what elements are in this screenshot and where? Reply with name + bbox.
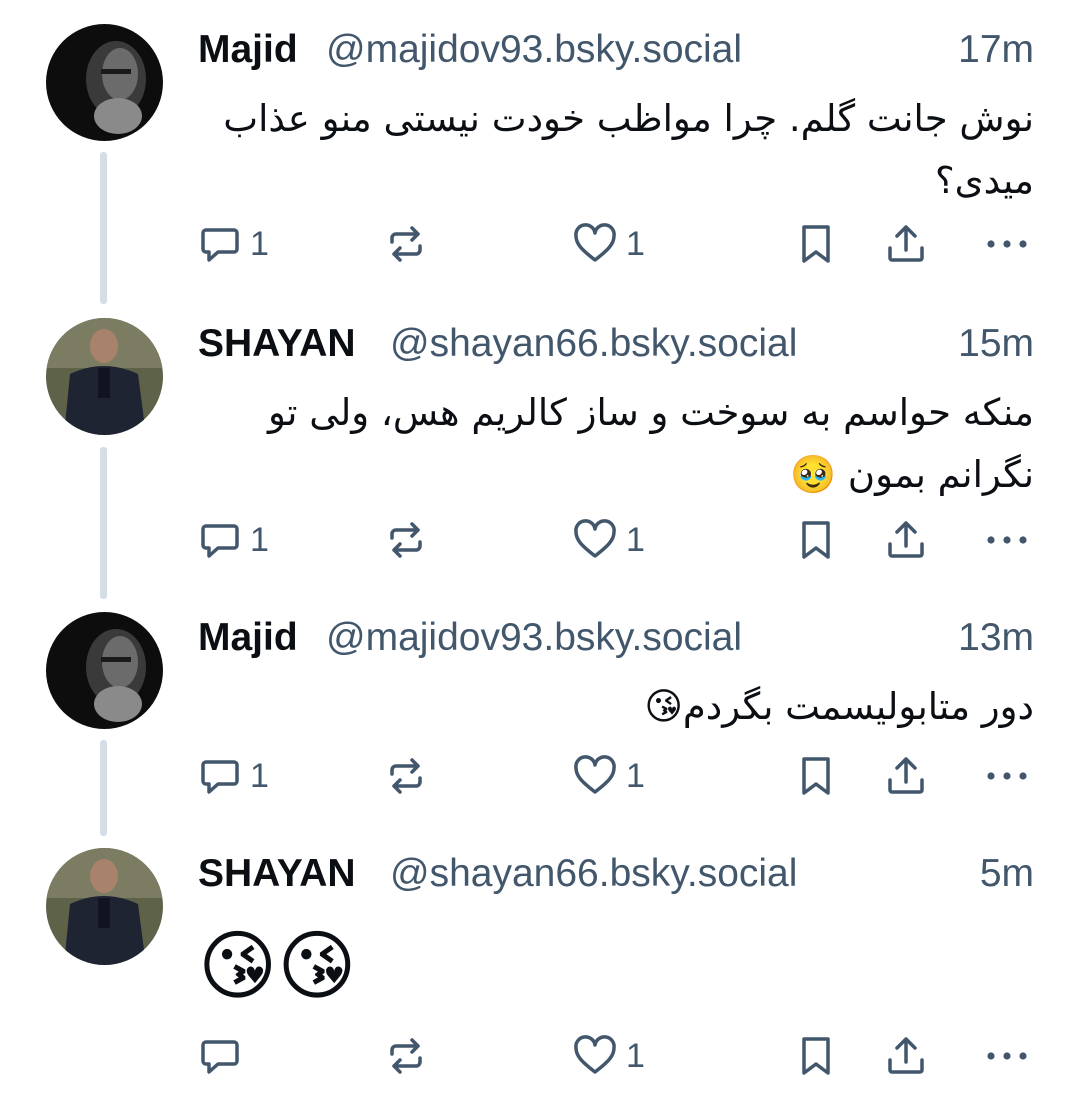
like-count: 1 xyxy=(626,756,645,795)
bookmark-button[interactable] xyxy=(796,748,836,804)
post-text-line: نوش جانت گلم. چرا مواظب خودت نیستی منو ع… xyxy=(223,97,1034,140)
avatar[interactable] xyxy=(46,24,163,141)
bookmark-button[interactable] xyxy=(796,216,836,272)
post[interactable]: SHAYAN @shayan66.bsky.social 15m منکه حو… xyxy=(0,318,1080,588)
reply-icon xyxy=(201,228,239,262)
post-text: نوش جانت گلم. چرا مواظب خودت نیستی منو ع… xyxy=(198,88,1034,212)
avatar[interactable] xyxy=(46,612,163,729)
post[interactable]: SHAYAN @shayan66.bsky.social 5m 😘😘 1 xyxy=(0,848,1080,1088)
handle[interactable]: @shayan66.bsky.social xyxy=(390,852,797,896)
share-button[interactable] xyxy=(884,216,928,272)
more-icon xyxy=(987,772,1027,780)
share-icon xyxy=(888,1037,924,1074)
display-name[interactable]: SHAYAN xyxy=(198,852,356,896)
reply-button[interactable]: 1 xyxy=(198,216,269,272)
post-text-line: میدی؟ xyxy=(934,159,1034,202)
bookmark-icon xyxy=(802,757,830,795)
post[interactable]: Majid @majidov93.bsky.social 17m نوش جان… xyxy=(0,24,1080,294)
handle[interactable]: @majidov93.bsky.social xyxy=(326,28,742,72)
like-button[interactable]: 1 xyxy=(572,748,645,804)
display-name[interactable]: SHAYAN xyxy=(198,322,356,366)
repost-icon xyxy=(390,226,422,262)
timestamp[interactable]: 15m xyxy=(958,322,1034,366)
reply-button[interactable]: 1 xyxy=(198,512,269,568)
repost-icon xyxy=(390,522,422,558)
thread: Majid @majidov93.bsky.social 17m نوش جان… xyxy=(0,0,1080,1111)
share-icon xyxy=(888,521,924,558)
timestamp[interactable]: 17m xyxy=(958,28,1034,72)
reply-count: 1 xyxy=(250,520,269,559)
share-icon xyxy=(888,757,924,794)
more-icon xyxy=(987,240,1027,248)
more-icon xyxy=(987,536,1027,544)
bookmark-button[interactable] xyxy=(796,512,836,568)
reply-icon xyxy=(201,1040,239,1074)
more-button[interactable] xyxy=(984,748,1030,804)
more-button[interactable] xyxy=(984,512,1030,568)
bookmark-icon xyxy=(802,225,830,263)
heart-icon xyxy=(574,223,616,262)
repost-button[interactable] xyxy=(384,216,428,272)
bookmark-icon xyxy=(802,521,830,559)
heart-icon xyxy=(574,519,616,558)
repost-button[interactable] xyxy=(384,512,428,568)
post-text-line: 😘😘 xyxy=(198,921,357,1010)
reply-count: 1 xyxy=(250,756,269,795)
like-count: 1 xyxy=(626,1036,645,1075)
repost-button[interactable] xyxy=(384,1028,428,1084)
share-icon xyxy=(888,225,924,262)
like-button[interactable]: 1 xyxy=(572,512,645,568)
share-button[interactable] xyxy=(884,512,928,568)
display-name[interactable]: Majid xyxy=(198,616,298,660)
post[interactable]: Majid @majidov93.bsky.social 13m دور متا… xyxy=(0,612,1080,822)
share-button[interactable] xyxy=(884,748,928,804)
more-icon xyxy=(987,1052,1027,1060)
reply-button[interactable]: 1 xyxy=(198,748,269,804)
heart-icon xyxy=(574,1035,616,1074)
post-text-line: منکه حواسم به سوخت و ساز کالریم هس، ولی … xyxy=(268,391,1034,434)
timestamp[interactable]: 13m xyxy=(958,616,1034,660)
like-count: 1 xyxy=(626,520,645,559)
display-name[interactable]: Majid xyxy=(198,28,298,72)
bookmark-icon xyxy=(802,1037,830,1075)
heart-icon xyxy=(574,755,616,794)
reply-icon xyxy=(201,524,239,558)
reply-count: 1 xyxy=(250,224,269,263)
avatar[interactable] xyxy=(46,848,163,965)
repost-button[interactable] xyxy=(384,748,428,804)
like-count: 1 xyxy=(626,224,645,263)
more-button[interactable] xyxy=(984,1028,1030,1084)
handle[interactable]: @majidov93.bsky.social xyxy=(326,616,742,660)
handle[interactable]: @shayan66.bsky.social xyxy=(390,322,797,366)
like-button[interactable]: 1 xyxy=(572,1028,645,1084)
post-text: دور متابولیسمت بگردم😘 xyxy=(198,676,1034,738)
like-button[interactable]: 1 xyxy=(572,216,645,272)
bookmark-button[interactable] xyxy=(796,1028,836,1084)
reply-button[interactable] xyxy=(198,1028,250,1084)
reply-icon xyxy=(201,760,239,794)
more-button[interactable] xyxy=(984,216,1030,272)
timestamp[interactable]: 5m xyxy=(980,852,1034,896)
post-text-line: دور متابولیسمت بگردم😘 xyxy=(644,685,1034,728)
post-text: 😘😘 xyxy=(198,918,1034,1014)
repost-icon xyxy=(390,758,422,794)
avatar[interactable] xyxy=(46,318,163,435)
repost-icon xyxy=(390,1038,422,1074)
post-text-line: نگرانم بمون 🥹 xyxy=(790,453,1034,496)
post-text: منکه حواسم به سوخت و ساز کالریم هس، ولی … xyxy=(198,382,1034,506)
share-button[interactable] xyxy=(884,1028,928,1084)
